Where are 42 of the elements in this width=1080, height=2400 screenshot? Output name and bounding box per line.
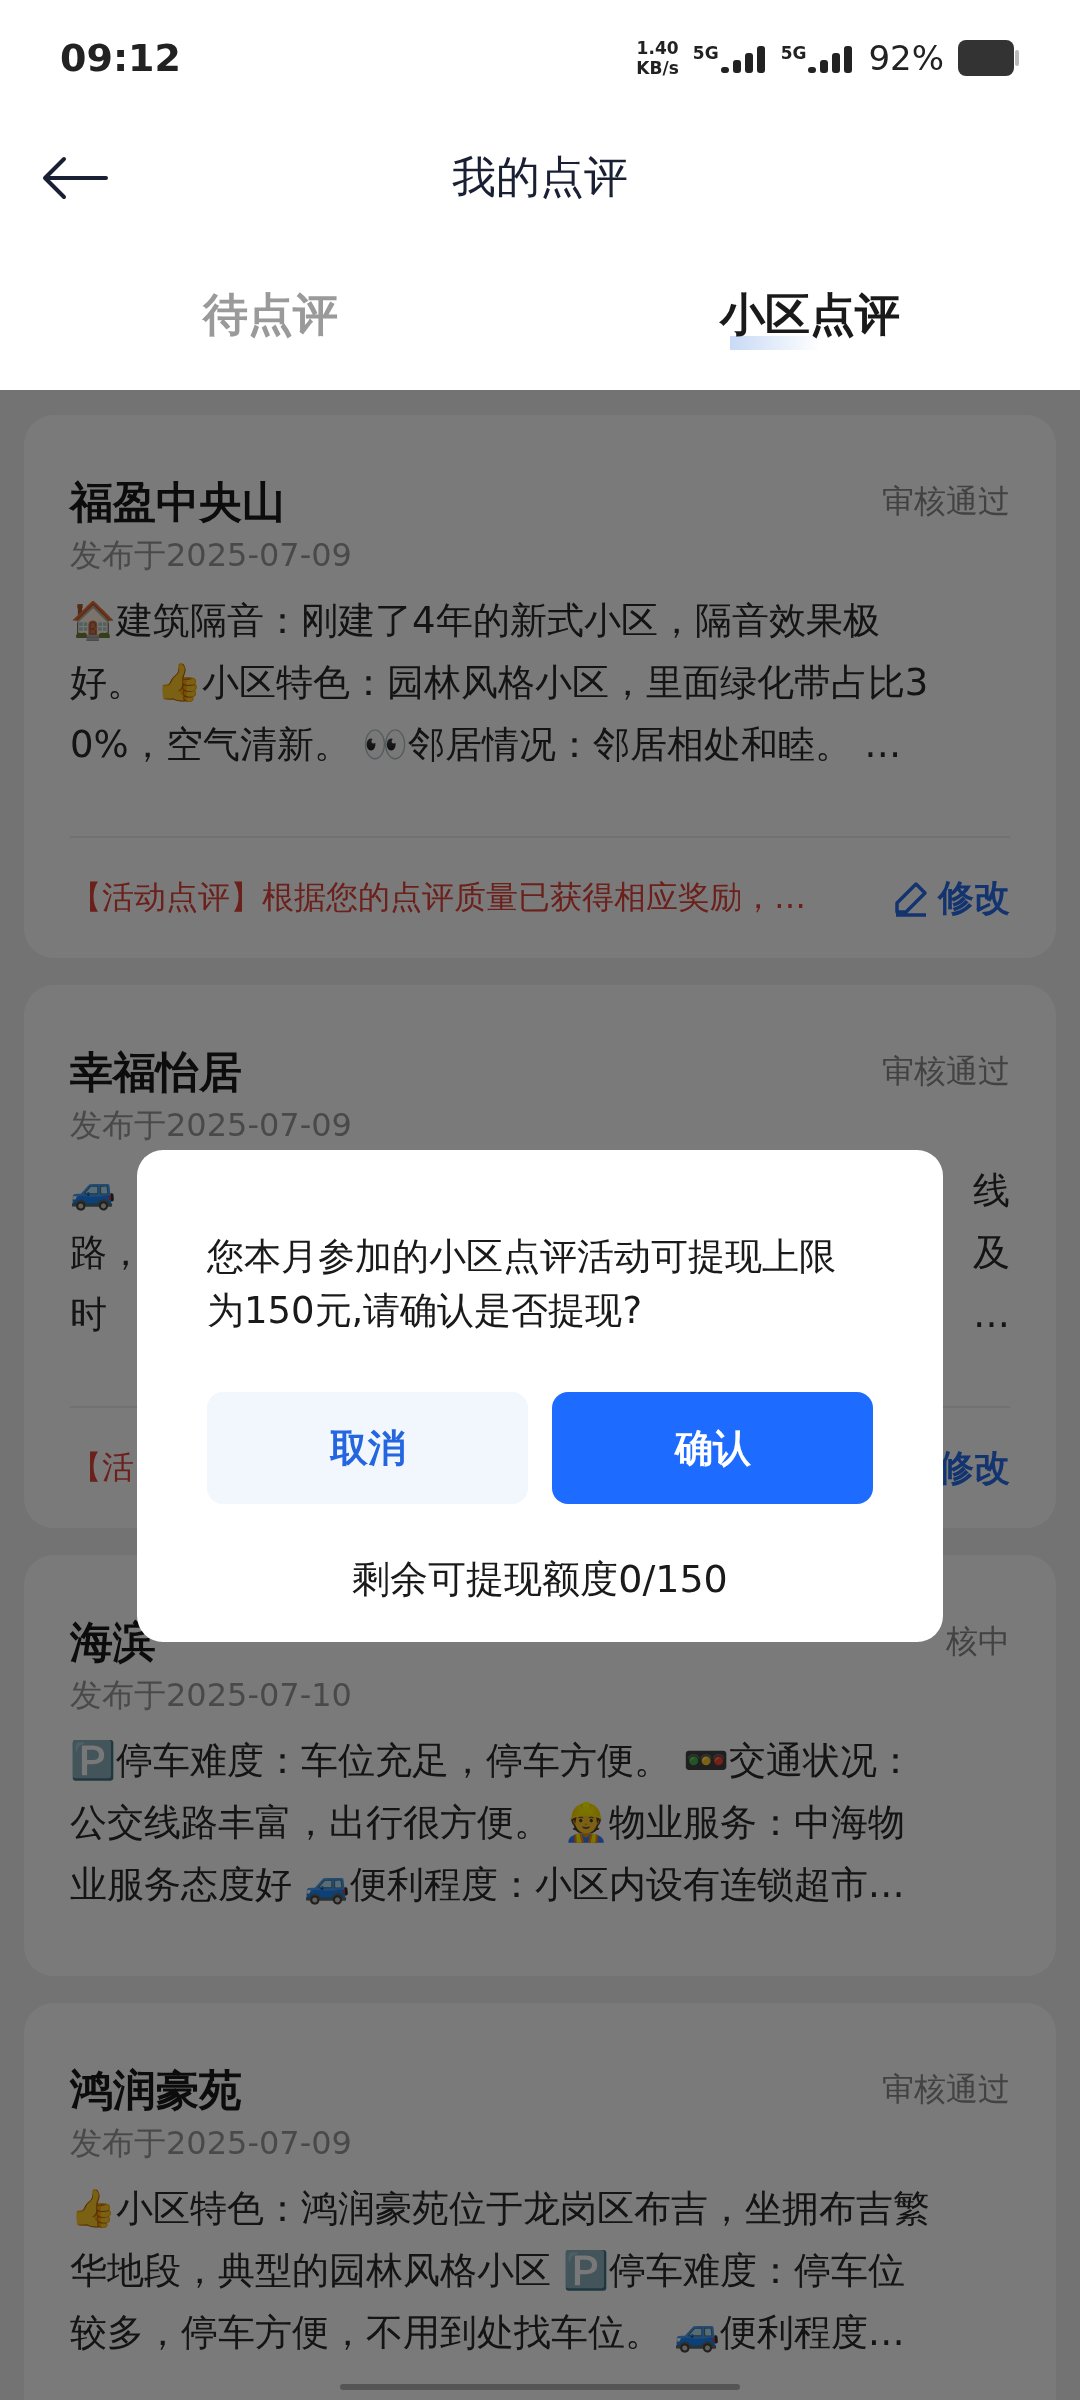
pencil-icon xyxy=(892,879,930,917)
dialog-message: 您本月参加的小区点评活动可提现上限为150元,请确认是否提现? xyxy=(207,1234,837,1334)
status-time: 09:12 xyxy=(60,35,181,80)
community-name: 福盈中央山 xyxy=(70,477,285,527)
review-text: … xyxy=(973,1292,1010,1338)
review-text: 🏠建筑隔音：刚建了4年的新式小区，隔音效果极 xyxy=(70,598,881,644)
review-status: 审核通过 xyxy=(882,1051,1010,1092)
review-text: 及 xyxy=(973,1230,1010,1276)
network-type: 5G xyxy=(780,42,807,63)
review-text: 业服务态度好 🚙便利程度：小区内设有连锁超市… xyxy=(70,1862,906,1908)
reward-note: 【活 xyxy=(70,1447,134,1488)
review-text: 较多，停车方便，不用到处找车位。 🚙便利程度… xyxy=(70,2310,906,2356)
review-text: 华地段，典型的园林风格小区 🅿停车难度：停车位 xyxy=(70,2248,906,2294)
page-title: 我的点评 xyxy=(452,150,628,204)
network-type: 5G xyxy=(692,42,719,63)
review-text: 🚙 xyxy=(70,1168,116,1214)
review-status: 审核通过 xyxy=(882,481,1010,522)
back-arrow-icon xyxy=(40,155,110,201)
network-speed-unit: KB/s xyxy=(636,57,679,78)
reward-note: 【活动点评】根据您的点评质量已获得相应奖励，… xyxy=(70,877,806,918)
battery-percent: 92% xyxy=(868,37,944,78)
back-button[interactable] xyxy=(40,155,110,201)
review-text: 好。 👍小区特色：园林风格小区，里面绿化带占比3 xyxy=(70,660,930,706)
cancel-button[interactable]: 取消 xyxy=(207,1392,528,1504)
edit-button[interactable]: 修改 xyxy=(892,873,1010,923)
community-name: 幸福怡居 xyxy=(70,1047,242,1097)
remaining-quota: 剩余可提现额度0/150 xyxy=(351,1556,729,1603)
review-text: 公交线路丰富，出行很方便。 👷物业服务：中海物 xyxy=(70,1800,906,1846)
review-text: 路， xyxy=(70,1230,144,1276)
review-text: 👍小区特色：鸿润豪苑位于龙岗区布吉，坐拥布吉繁 xyxy=(70,2186,931,2232)
confirm-button[interactable]: 确认 xyxy=(552,1392,873,1504)
review-text: 🅿停车难度：车位充足，停车方便。 🚥交通状况： xyxy=(70,1738,915,1784)
review-text: 0%，空气清新。 👀邻居情况：邻居相处和睦。 … xyxy=(70,722,903,768)
edit-button[interactable]: 修改 xyxy=(938,1443,1010,1493)
review-text: 时 xyxy=(70,1292,107,1338)
review-status: 核中 xyxy=(946,1621,1010,1662)
review-text: 线 xyxy=(973,1168,1010,1214)
network-speed: 1.40 xyxy=(636,37,679,58)
battery-icon xyxy=(958,39,1020,76)
tab[interactable]: 待点评 xyxy=(0,270,540,360)
community-name: 鸿润豪苑 xyxy=(70,2065,242,2115)
review-status: 审核通过 xyxy=(882,2069,1010,2110)
